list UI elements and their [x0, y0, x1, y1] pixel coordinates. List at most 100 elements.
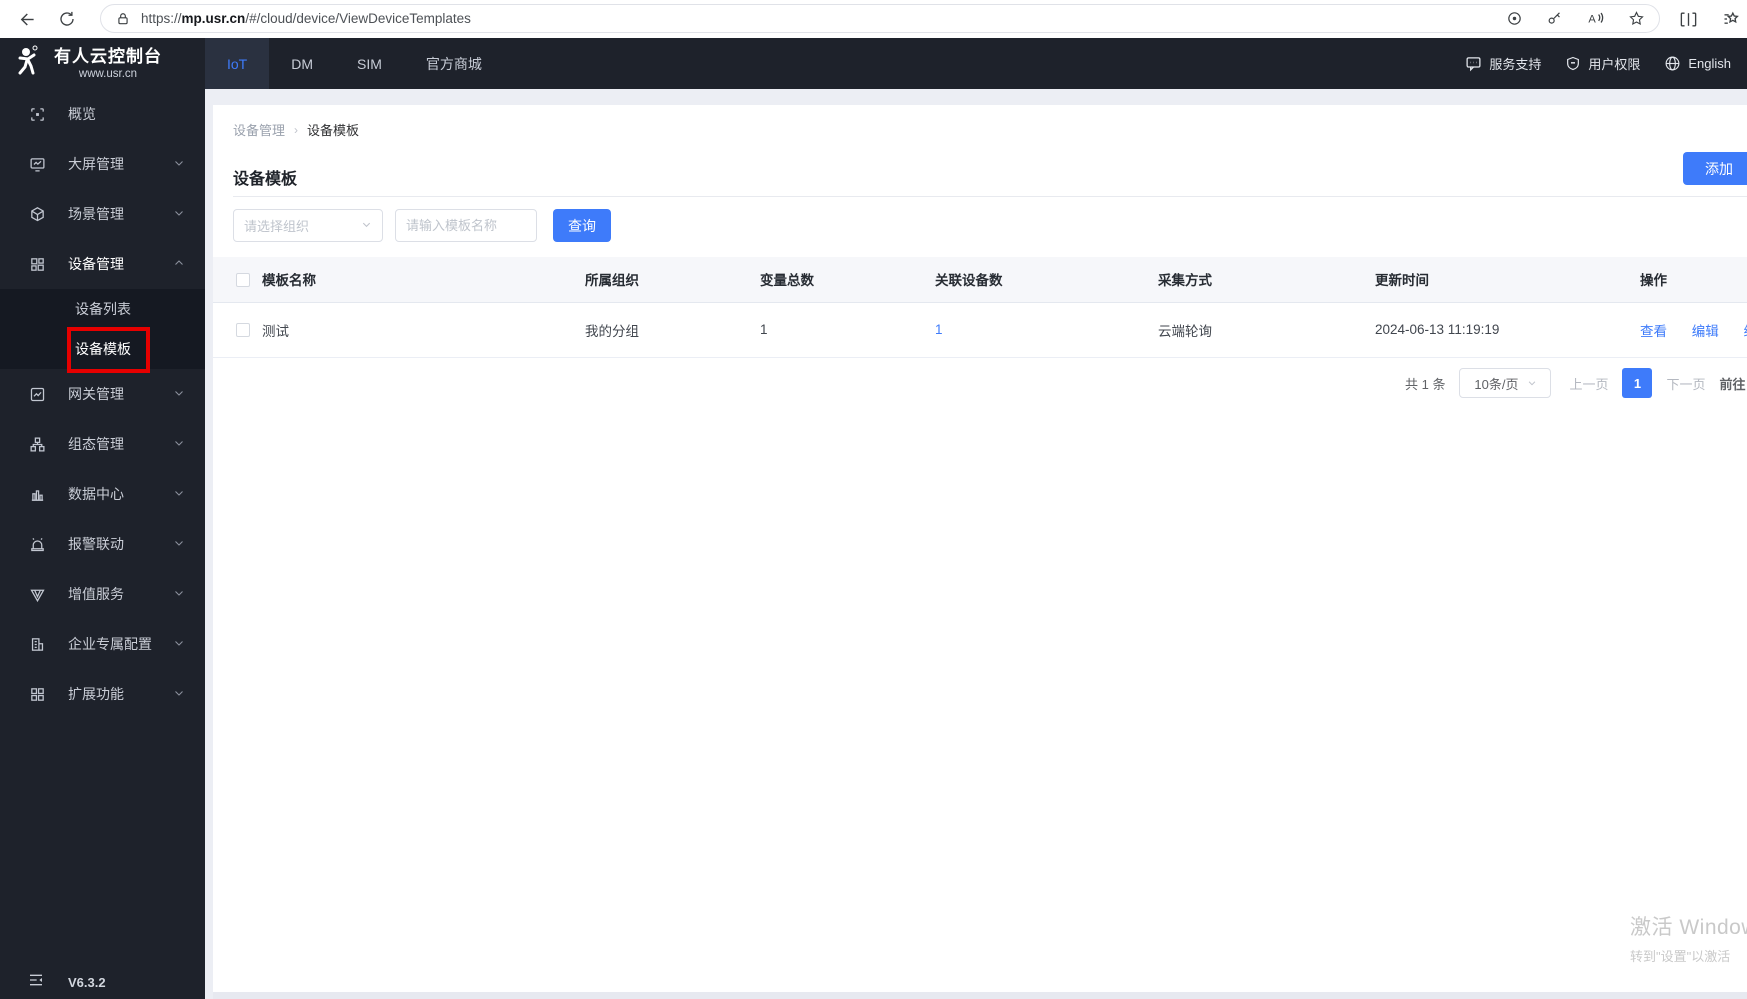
language-switch[interactable]: English — [1664, 55, 1731, 72]
cell-variable-count: 1 — [760, 302, 935, 358]
config-link[interactable]: 组 — [1744, 324, 1747, 339]
breadcrumb-device-templates: 设备模板 — [307, 123, 360, 138]
chat-icon — [1465, 55, 1482, 72]
goto-page-label: 前往 — [1719, 376, 1746, 392]
browser-back-icon[interactable] — [14, 7, 38, 31]
page-title: 设备模板 — [233, 171, 298, 188]
browser-toolbar: https://mp.usr.cn/#/cloud/device/ViewDev… — [0, 0, 1747, 38]
overview-icon — [28, 105, 46, 123]
organization-select[interactable]: 请选择组织 — [233, 209, 383, 242]
cell-template-name: 测试 — [262, 302, 585, 358]
version-label: V6.3.2 — [68, 974, 106, 990]
user-permissions[interactable]: 用户权限 — [1565, 54, 1640, 73]
svg-text:A: A — [1588, 13, 1596, 25]
sidebar-subitem-device-list[interactable]: 设备列表 — [0, 289, 205, 329]
favorite-star-icon[interactable] — [1627, 7, 1645, 31]
col-header-organization: 所属组织 — [585, 257, 760, 303]
next-page-button[interactable]: 下一页 — [1666, 374, 1705, 393]
table-header-row: 模板名称 所属组织 变量总数 关联设备数 采集方式 更新时间 操作 — [213, 257, 1747, 303]
page-number-1[interactable]: 1 — [1622, 368, 1653, 398]
col-header-linked-devices: 关联设备数 — [935, 257, 1158, 303]
cell-linked-devices-link[interactable]: 1 — [935, 322, 943, 337]
sidebar-item-extended-functions[interactable]: 扩展功能 — [0, 669, 205, 719]
sidebar-item-value-added-services[interactable]: 增值服务 — [0, 569, 205, 619]
page-size-select[interactable]: 10条/页 — [1459, 368, 1552, 398]
divider — [233, 196, 1747, 197]
address-bar[interactable]: https://mp.usr.cn/#/cloud/device/ViewDev… — [100, 4, 1660, 33]
bar-chart-icon — [28, 485, 46, 503]
globe-icon — [1664, 55, 1681, 72]
chevron-down-icon — [173, 636, 185, 652]
password-key-icon[interactable] — [1545, 7, 1563, 31]
read-aloud-icon[interactable]: A — [1585, 7, 1605, 31]
sidebar-item-screen-management[interactable]: 大屏管理 — [0, 139, 205, 189]
filter-bar: 请选择组织 查询 — [233, 209, 611, 242]
row-checkbox[interactable] — [236, 323, 250, 338]
col-header-update-time: 更新时间 — [1375, 257, 1640, 303]
select-all-checkbox[interactable] — [236, 272, 250, 287]
device-management-submenu: 设备列表 设备模板 — [0, 289, 205, 369]
cell-organization: 我的分组 — [585, 302, 760, 358]
col-header-collection-method: 采集方式 — [1158, 257, 1375, 303]
big-screen-icon — [28, 155, 46, 173]
edit-link[interactable]: 编辑 — [1692, 324, 1719, 339]
view-link[interactable]: 查看 — [1640, 324, 1667, 339]
breadcrumb-device-management[interactable]: 设备管理 — [233, 120, 285, 139]
chevron-down-icon — [173, 436, 185, 452]
chevron-down-icon — [1527, 376, 1537, 391]
brand-title: 有人云控制台 — [54, 46, 162, 66]
chevron-down-icon — [173, 206, 185, 222]
sidebar-subitem-device-templates[interactable]: 设备模板 — [0, 329, 205, 369]
table-row: 测试 我的分组 1 1 云端轮询 2024-06-13 11:19:19 查看 … — [213, 302, 1747, 358]
collapse-sidebar-icon[interactable] — [28, 973, 44, 992]
col-header-variable-count: 变量总数 — [760, 257, 935, 303]
sidebar-item-overview[interactable]: 概览 — [0, 89, 205, 139]
configuration-icon — [28, 435, 46, 453]
badge-icon — [28, 585, 46, 603]
collections-icon[interactable] — [1720, 7, 1744, 31]
sidebar-item-scene-management[interactable]: 场景管理 — [0, 189, 205, 239]
sidebar-item-device-management[interactable]: 设备管理 — [0, 239, 205, 289]
add-button[interactable]: 添加 — [1683, 152, 1747, 185]
col-header-template-name: 模板名称 — [262, 257, 585, 303]
tab-iot[interactable]: IoT — [205, 38, 270, 89]
building-icon — [28, 635, 46, 653]
tab-dm[interactable]: DM — [269, 38, 335, 89]
app-header: 有人云控制台 www.usr.cn IoT DM SIM 官方商城 服务支持 用… — [0, 38, 1747, 89]
device-template-table: 模板名称 所属组织 变量总数 关联设备数 采集方式 更新时间 操作 测试 我的分… — [213, 257, 1747, 358]
pagination: 共 1 条 10条/页 上一页 1 下一页 前往 — [1405, 367, 1746, 399]
windows-activation-watermark: 激活 Windows 转到"设置"以激活 — [1630, 916, 1747, 964]
cell-update-time: 2024-06-13 11:19:19 — [1375, 302, 1640, 358]
app-root: https://mp.usr.cn/#/cloud/device/ViewDev… — [0, 0, 1747, 999]
chevron-up-icon — [173, 256, 185, 272]
sidebar: 概览 大屏管理 场景管理 设备管理 设备列表 设备模板 网关管理 组态管理 数据… — [0, 89, 205, 999]
brand[interactable]: 有人云控制台 www.usr.cn — [0, 38, 205, 89]
horizontal-scrollbar-track[interactable] — [213, 992, 1747, 999]
sidebar-item-configuration-management[interactable]: 组态管理 — [0, 419, 205, 469]
chevron-down-icon — [173, 536, 185, 552]
service-support[interactable]: 服务支持 — [1465, 54, 1541, 73]
prev-page-button[interactable]: 上一页 — [1569, 374, 1608, 393]
chevron-down-icon — [361, 218, 372, 233]
main-area: 设备管理 › 设备模板 设备模板 添加 请选择组织 查询 — [205, 89, 1747, 999]
scene-cube-icon — [28, 205, 46, 223]
alarm-icon — [28, 535, 46, 553]
location-icon[interactable] — [1505, 7, 1523, 31]
search-button[interactable]: 查询 — [553, 209, 611, 242]
col-header-actions: 操作 — [1640, 257, 1747, 303]
grid-apps-icon — [28, 685, 46, 703]
template-name-input[interactable] — [395, 209, 537, 242]
cell-collection-method: 云端轮询 — [1158, 302, 1375, 358]
chevron-down-icon — [173, 486, 185, 502]
sidebar-item-enterprise-config[interactable]: 企业专属配置 — [0, 619, 205, 669]
sidebar-item-gateway-management[interactable]: 网关管理 — [0, 369, 205, 419]
tab-sim[interactable]: SIM — [335, 38, 404, 89]
sidebar-item-data-center[interactable]: 数据中心 — [0, 469, 205, 519]
tab-official-mall[interactable]: 官方商城 — [404, 38, 504, 89]
sidebar-footer: V6.3.2 — [0, 969, 205, 995]
browser-refresh-icon[interactable] — [55, 7, 79, 31]
split-screen-icon[interactable] — [1676, 7, 1700, 31]
url-text[interactable]: https://mp.usr.cn/#/cloud/device/ViewDev… — [141, 11, 1505, 26]
device-management-icon — [28, 255, 46, 273]
sidebar-item-alarm-linkage[interactable]: 报警联动 — [0, 519, 205, 569]
